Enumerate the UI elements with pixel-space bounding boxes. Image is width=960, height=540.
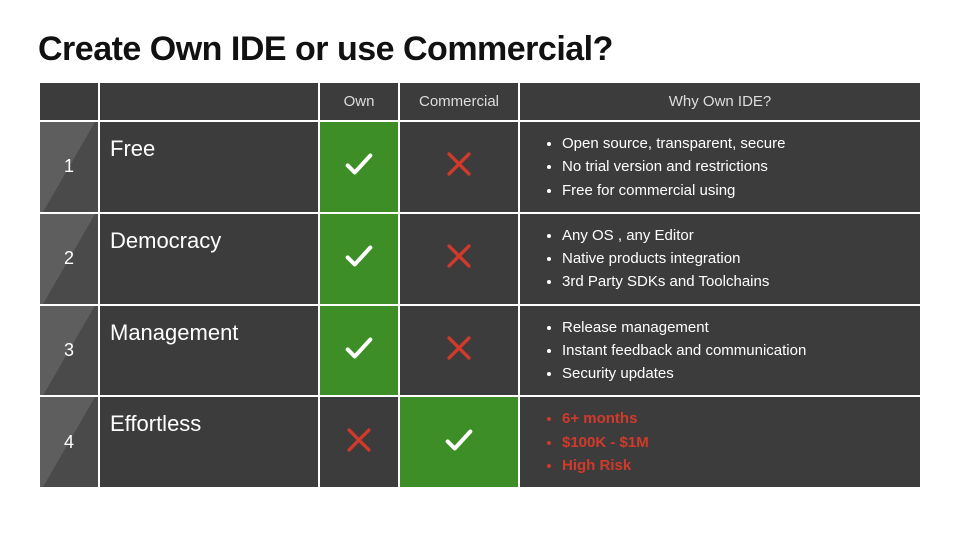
row-number: 3 — [40, 306, 98, 396]
row-number: 2 — [40, 214, 98, 304]
why-item: Instant feedback and communication — [562, 339, 896, 362]
commercial-cell — [400, 306, 518, 396]
own-cell — [320, 122, 398, 212]
table-row: 4Effortless 6+ months$100K - $1MHigh Risk — [40, 397, 920, 487]
own-cell — [320, 306, 398, 396]
why-item: Open source, transparent, secure — [562, 132, 896, 155]
table-header-row: Own Commercial Why Own IDE? — [40, 83, 920, 120]
why-cell: Any OS , any EditorNative products integ… — [520, 214, 920, 304]
why-cell: 6+ months$100K - $1MHigh Risk — [520, 397, 920, 487]
row-number: 1 — [40, 122, 98, 212]
header-blank-1 — [40, 83, 98, 120]
why-item: No trial version and restrictions — [562, 155, 896, 178]
why-item: Security updates — [562, 362, 896, 385]
slide: Create Own IDE or use Commercial? Own Co… — [0, 0, 960, 540]
cross-icon — [442, 331, 476, 365]
why-item: Free for commercial using — [562, 179, 896, 202]
row-label: Democracy — [100, 214, 318, 304]
commercial-cell — [400, 122, 518, 212]
check-icon — [342, 147, 376, 181]
table-row: 3Management Release managementInstant fee… — [40, 306, 920, 396]
row-label: Effortless — [100, 397, 318, 487]
header-blank-2 — [100, 83, 318, 120]
own-cell — [320, 214, 398, 304]
commercial-cell — [400, 214, 518, 304]
cross-icon — [442, 147, 476, 181]
slide-title: Create Own IDE or use Commercial? — [38, 30, 922, 69]
own-cell — [320, 397, 398, 487]
check-icon — [342, 239, 376, 273]
commercial-cell — [400, 397, 518, 487]
why-cell: Release managementInstant feedback and c… — [520, 306, 920, 396]
check-icon — [442, 423, 476, 457]
header-commercial: Commercial — [400, 83, 518, 120]
check-icon — [342, 331, 376, 365]
row-number: 4 — [40, 397, 98, 487]
row-label: Free — [100, 122, 318, 212]
header-own: Own — [320, 83, 398, 120]
why-item: Any OS , any Editor — [562, 224, 896, 247]
why-item: High Risk — [562, 454, 896, 477]
why-item: $100K - $1M — [562, 431, 896, 454]
header-why: Why Own IDE? — [520, 83, 920, 120]
why-item: Release management — [562, 316, 896, 339]
why-item: 3rd Party SDKs and Toolchains — [562, 270, 896, 293]
why-cell: Open source, transparent, secureNo trial… — [520, 122, 920, 212]
table-row: 1Free Open source, transparent, secureNo … — [40, 122, 920, 212]
comparison-table: Own Commercial Why Own IDE? 1Free Open so… — [38, 81, 922, 489]
why-item: Native products integration — [562, 247, 896, 270]
table-row: 2Democracy Any OS , any EditorNative prod… — [40, 214, 920, 304]
cross-icon — [342, 423, 376, 457]
row-label: Management — [100, 306, 318, 396]
cross-icon — [442, 239, 476, 273]
why-item: 6+ months — [562, 407, 896, 430]
